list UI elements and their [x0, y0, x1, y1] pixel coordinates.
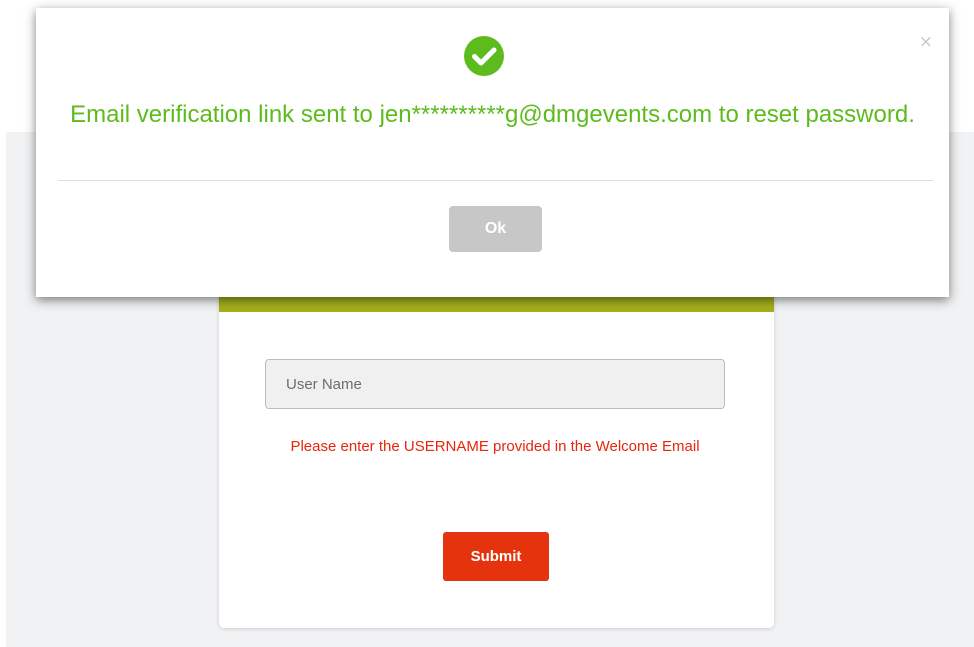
forgot-password-card: Please enter the USERNAME provided in th… [219, 288, 774, 628]
submit-button[interactable]: Submit [443, 532, 549, 581]
close-icon[interactable]: × [919, 34, 933, 51]
username-hint: Please enter the USERNAME provided in th… [290, 438, 700, 455]
alert-message: Email verification link sent to jen*****… [70, 101, 915, 128]
username-input[interactable] [265, 359, 725, 409]
page-left-edge [0, 132, 6, 647]
modal-divider [58, 180, 933, 181]
check-circle-icon [464, 36, 504, 76]
ok-button[interactable]: Ok [449, 206, 542, 252]
alert-modal: × Email verification link sent to jen***… [36, 8, 949, 297]
